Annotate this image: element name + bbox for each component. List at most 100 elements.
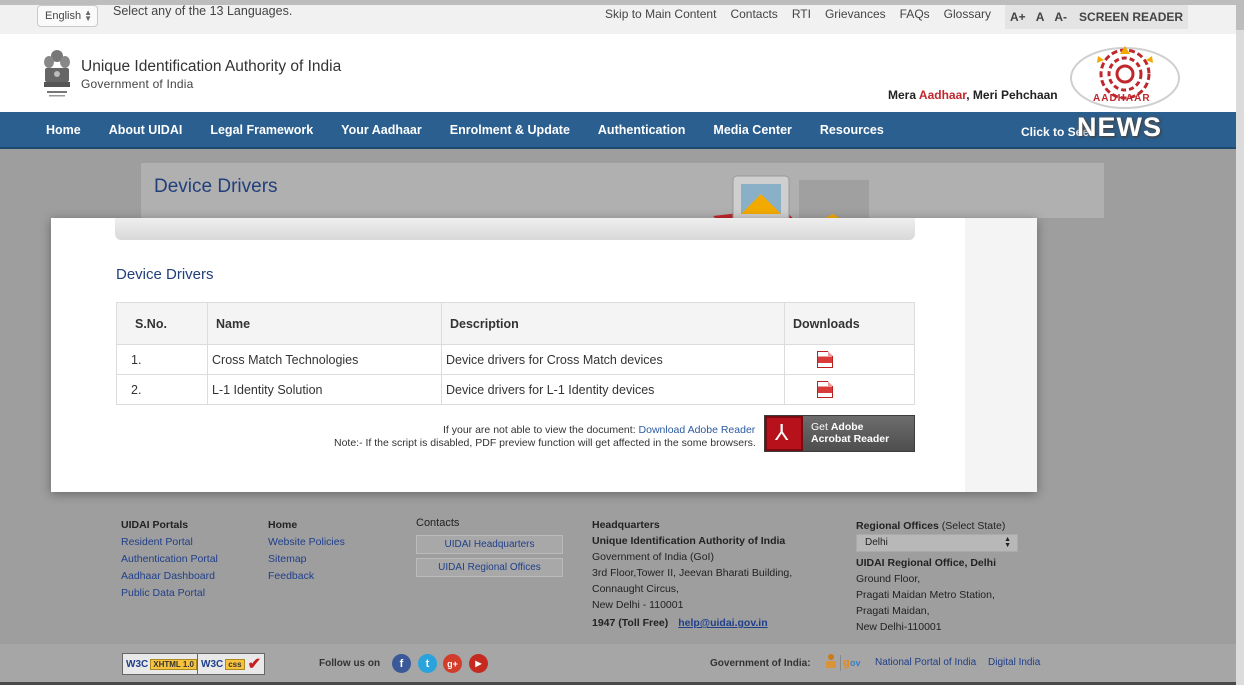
acrobat-adobe: Adobe — [830, 421, 864, 433]
regional-office-details: UIDAI Regional Office, Delhi Ground Floo… — [856, 555, 996, 635]
regional-line: New Delhi-110001 — [856, 621, 942, 633]
authentication-portal-link[interactable]: Authentication Portal — [121, 551, 218, 568]
main-nav-items: Home About UIDAI Legal Framework Your Aa… — [46, 123, 884, 137]
nav-authentication[interactable]: Authentication — [598, 123, 686, 137]
news-badge[interactable]: NEWS — [1077, 112, 1162, 143]
nav-your-aadhaar[interactable]: Your Aadhaar — [341, 123, 422, 137]
card-top-strip — [115, 218, 915, 240]
google-plus-icon[interactable]: g+ — [443, 654, 462, 673]
digital-india-link[interactable]: Digital India — [988, 657, 1040, 668]
region-select[interactable]: Delhi ▲ ▼ — [856, 534, 1018, 552]
cell-download — [784, 374, 915, 405]
font-size-controls: A+ A A- SCREEN READER — [1005, 5, 1189, 29]
facebook-icon[interactable]: f — [392, 654, 411, 673]
w3c-xhtml-label: XHTML 1.0 — [150, 658, 197, 670]
nav-media-center[interactable]: Media Center — [713, 123, 792, 137]
region-select-value: Delhi — [865, 537, 888, 548]
cell-description: Device drivers for L-1 Identity devices — [441, 374, 785, 405]
select-arrows-icon: ▲ ▼ — [84, 8, 92, 23]
cell-sno: 1. — [116, 344, 208, 375]
regional-office-name: UIDAI Regional Office, Delhi — [856, 557, 997, 569]
org-subtitle: Government of India — [81, 77, 194, 91]
uidai-headquarters-button[interactable]: UIDAI Headquarters — [416, 535, 563, 554]
regional-heading: Regional Offices — [856, 520, 939, 532]
sitemap-link[interactable]: Sitemap — [268, 551, 345, 568]
footer-portals-heading: UIDAI Portals — [121, 519, 189, 531]
footer-contacts-heading: Contacts — [416, 517, 460, 529]
table-row: 2. L-1 Identity Solution Device drivers … — [116, 374, 915, 405]
font-decrease-button[interactable]: A- — [1054, 10, 1067, 24]
glossary-link[interactable]: Glossary — [944, 7, 991, 21]
font-increase-button[interactable]: A+ — [1010, 10, 1026, 24]
svg-text:ov: ov — [850, 658, 861, 668]
pdf-note-text: If your are not able to view the documen… — [443, 424, 639, 436]
hq-line: 3rd Floor,Tower II, Jeevan Bharati Build… — [592, 567, 793, 579]
national-portal-link[interactable]: National Portal of India — [875, 657, 976, 668]
nav-legal-framework[interactable]: Legal Framework — [210, 123, 313, 137]
font-normal-button[interactable]: A — [1036, 10, 1045, 24]
regional-line: Pragati Maidan, — [856, 605, 930, 617]
language-note: Select any of the 13 Languages. — [113, 4, 293, 18]
youtube-icon[interactable]: ▶ — [469, 654, 488, 673]
feedback-link[interactable]: Feedback — [268, 568, 345, 585]
cell-name: Cross Match Technologies — [207, 344, 442, 375]
section-title: Device Drivers — [116, 266, 214, 283]
national-emblem-icon[interactable] — [40, 46, 74, 102]
col-sno: S.No. — [116, 302, 208, 345]
tagline: Mera Aadhaar, Meri Pehchaan — [888, 88, 1058, 102]
footer-home-heading[interactable]: Home — [268, 517, 345, 534]
pdf-note-line1: If your are not able to view the documen… — [443, 424, 755, 436]
cell-download — [784, 344, 915, 375]
table-header-row: S.No. Name Description Downloads — [116, 302, 915, 345]
hq-line: Government of India (GoI) — [592, 551, 714, 563]
tagline-pre: Mera — [888, 88, 919, 102]
w3c-css-badge[interactable]: W3C css ✔ — [197, 653, 265, 675]
hq-heading: Headquarters — [592, 519, 660, 531]
nav-enrolment-update[interactable]: Enrolment & Update — [450, 123, 570, 137]
cell-name: L-1 Identity Solution — [207, 374, 442, 405]
screen-reader-link[interactable]: SCREEN READER — [1079, 10, 1183, 24]
india-gov-icon[interactable]: g ov — [824, 653, 864, 673]
skip-to-main-link[interactable]: Skip to Main Content — [605, 7, 716, 21]
w3c-logo-icon: W3C — [201, 658, 224, 670]
resident-portal-link[interactable]: Resident Portal — [121, 534, 218, 551]
emblem-small-icon — [826, 654, 836, 668]
table-row: 1. Cross Match Technologies Device drive… — [116, 344, 915, 375]
faqs-link[interactable]: FAQs — [900, 7, 930, 21]
nav-about-uidai[interactable]: About UIDAI — [109, 123, 183, 137]
regional-line: Pragati Maidan Metro Station, — [856, 589, 995, 601]
pdf-download-icon[interactable] — [817, 350, 833, 368]
website-policies-link[interactable]: Website Policies — [268, 534, 345, 551]
hq-name: Unique Identification Authority of India — [592, 535, 786, 547]
footer-headquarters: Headquarters Unique Identification Autho… — [592, 517, 792, 631]
select-arrows-icon: ▲ ▼ — [1004, 536, 1011, 549]
contacts-link[interactable]: Contacts — [730, 7, 777, 21]
footer-home: Home Website Policies Sitemap Feedback — [268, 517, 345, 585]
twitter-icon[interactable]: t — [418, 654, 437, 673]
col-name: Name — [207, 302, 442, 345]
uidai-regional-offices-button[interactable]: UIDAI Regional Offices — [416, 558, 563, 577]
aadhaar-logo-text: AADHAAR — [1093, 93, 1151, 104]
help-email-link[interactable]: help@uidai.gov.in — [678, 617, 767, 629]
language-select[interactable]: English ▲ ▼ — [37, 5, 98, 27]
acrobat-get: Get — [811, 421, 831, 433]
footer-regional-heading: Regional Offices (Select State) — [856, 517, 1005, 534]
col-description: Description — [441, 302, 785, 345]
toll-free-number: 1947 (Toll Free) — [592, 617, 669, 629]
nav-resources[interactable]: Resources — [820, 123, 884, 137]
download-adobe-reader-link[interactable]: Download Adobe Reader — [639, 424, 756, 436]
org-name: Unique Identification Authority of India — [81, 58, 342, 75]
acrobat-label-1: Get Adobe — [811, 421, 864, 433]
aadhaar-dashboard-link[interactable]: Aadhaar Dashboard — [121, 568, 218, 585]
nav-home[interactable]: Home — [46, 123, 81, 137]
pdf-download-icon[interactable] — [817, 380, 833, 398]
public-data-portal-link[interactable]: Public Data Portal — [121, 585, 218, 602]
w3c-logo-icon: W3C — [126, 658, 149, 670]
grievances-link[interactable]: Grievances — [825, 7, 886, 21]
regional-heading-note: (Select State) — [938, 520, 1006, 532]
rti-link[interactable]: RTI — [792, 7, 811, 21]
hq-line: Connaught Circus, — [592, 583, 679, 595]
check-icon: ✔ — [247, 656, 261, 673]
w3c-css-label: css — [225, 658, 245, 670]
page-edge-strip — [1236, 30, 1244, 685]
